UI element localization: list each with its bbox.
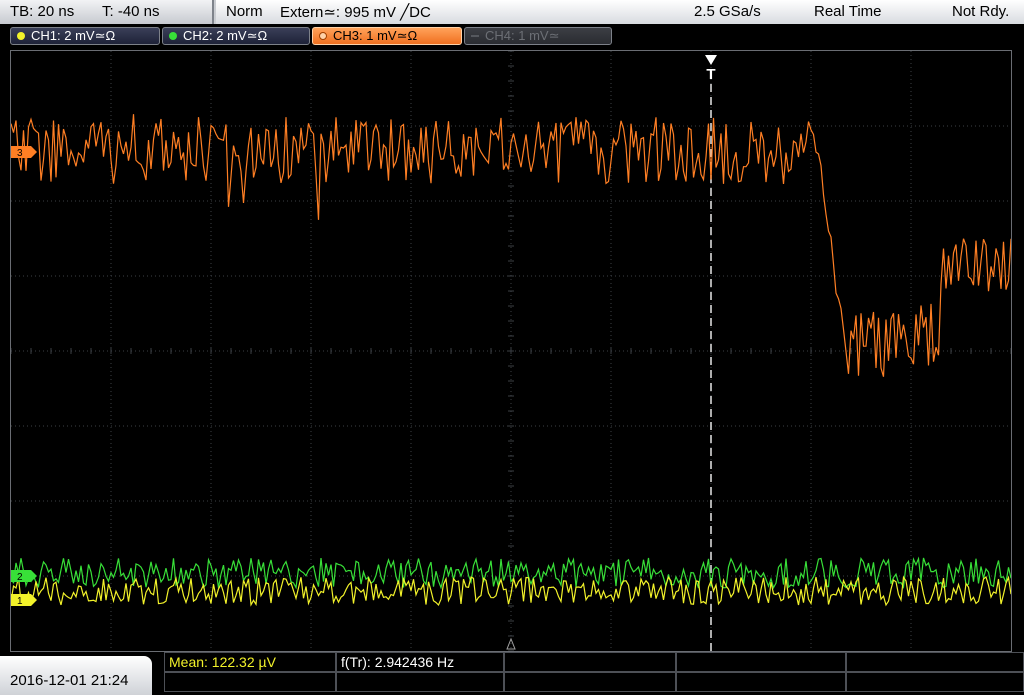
trigger-label: T bbox=[706, 66, 715, 83]
trigger-time-value[interactable]: T: -40 ns bbox=[102, 3, 160, 20]
acquisition-mode[interactable]: Real Time bbox=[814, 3, 882, 20]
channel-tab-ch4[interactable]: CH4: 1 mV≃ bbox=[464, 27, 612, 45]
ch3-offset-marker[interactable]: 3 bbox=[11, 146, 37, 159]
waveform-canvas[interactable]: T 3 2 1 bbox=[11, 51, 1011, 651]
ch3-trace bbox=[11, 114, 1011, 377]
acquisition-status: Not Rdy. bbox=[952, 3, 1010, 20]
datetime-panel: 2016-12-01 21:24 bbox=[0, 656, 152, 695]
ch3-indicator-icon bbox=[319, 32, 327, 40]
ch3-label: CH3: 1 mV≃Ω bbox=[333, 28, 418, 43]
measurement-frequency[interactable]: f(Tr): 2.942436 Hz bbox=[336, 652, 504, 672]
measurement-slot-8[interactable] bbox=[504, 672, 676, 692]
sample-rate[interactable]: 2.5 GSa/s bbox=[694, 3, 761, 20]
ch1-indicator-icon bbox=[17, 32, 25, 40]
measurement-slot-3[interactable] bbox=[504, 652, 676, 672]
trigger-panel[interactable]: Norm Extern≃: 995 mV ╱DC 2.5 GSa/s Real … bbox=[216, 0, 1024, 24]
measurement-slot-7[interactable] bbox=[336, 672, 504, 692]
trigger-position-marker-icon[interactable] bbox=[705, 55, 717, 65]
channel-tab-row: CH1: 2 mV≃Ω CH2: 2 mV≃Ω CH3: 1 mV≃Ω CH4:… bbox=[0, 24, 1024, 48]
datetime: 2016-12-01 21:24 bbox=[10, 672, 129, 689]
waveform-display[interactable]: T 3 2 1 bbox=[10, 50, 1012, 652]
status-bar: TB: 20 ns T: -40 ns Norm Extern≃: 995 mV… bbox=[0, 0, 1024, 24]
timebase-panel[interactable]: TB: 20 ns T: -40 ns bbox=[0, 0, 214, 24]
measurement-slot-9[interactable] bbox=[676, 672, 846, 692]
trigger-mode[interactable]: Norm bbox=[226, 3, 263, 20]
measurement-slot-6[interactable] bbox=[164, 672, 336, 692]
measurement-mean[interactable]: Mean: 122.32 µV bbox=[164, 652, 336, 672]
measurement-slot-5[interactable] bbox=[846, 652, 1024, 672]
ch1-label: CH1: 2 mV≃Ω bbox=[31, 28, 116, 43]
ch2-offset-marker[interactable]: 2 bbox=[11, 570, 37, 583]
ch3-marker-label: 3 bbox=[17, 148, 23, 159]
ch4-indicator-icon bbox=[471, 35, 479, 37]
measurement-panel: Mean: 122.32 µV f(Tr): 2.942436 Hz bbox=[164, 652, 1024, 695]
measurement-slot-10[interactable] bbox=[846, 672, 1024, 692]
channel-tab-ch1[interactable]: CH1: 2 mV≃Ω bbox=[10, 27, 160, 45]
channel-tab-ch2[interactable]: CH2: 2 mV≃Ω bbox=[162, 27, 310, 45]
timebase-value[interactable]: TB: 20 ns bbox=[10, 3, 74, 20]
ch2-label: CH2: 2 mV≃Ω bbox=[183, 28, 268, 43]
ch2-indicator-icon bbox=[169, 32, 177, 40]
measurement-slot-4[interactable] bbox=[676, 652, 846, 672]
ch4-label: CH4: 1 mV≃ bbox=[485, 28, 560, 43]
trigger-source[interactable]: Extern≃: 995 mV ╱DC bbox=[280, 3, 431, 21]
channel-tab-ch3[interactable]: CH3: 1 mV≃Ω bbox=[312, 27, 462, 45]
ch2-marker-label: 2 bbox=[17, 572, 23, 583]
ch1-marker-label: 1 bbox=[17, 596, 23, 607]
